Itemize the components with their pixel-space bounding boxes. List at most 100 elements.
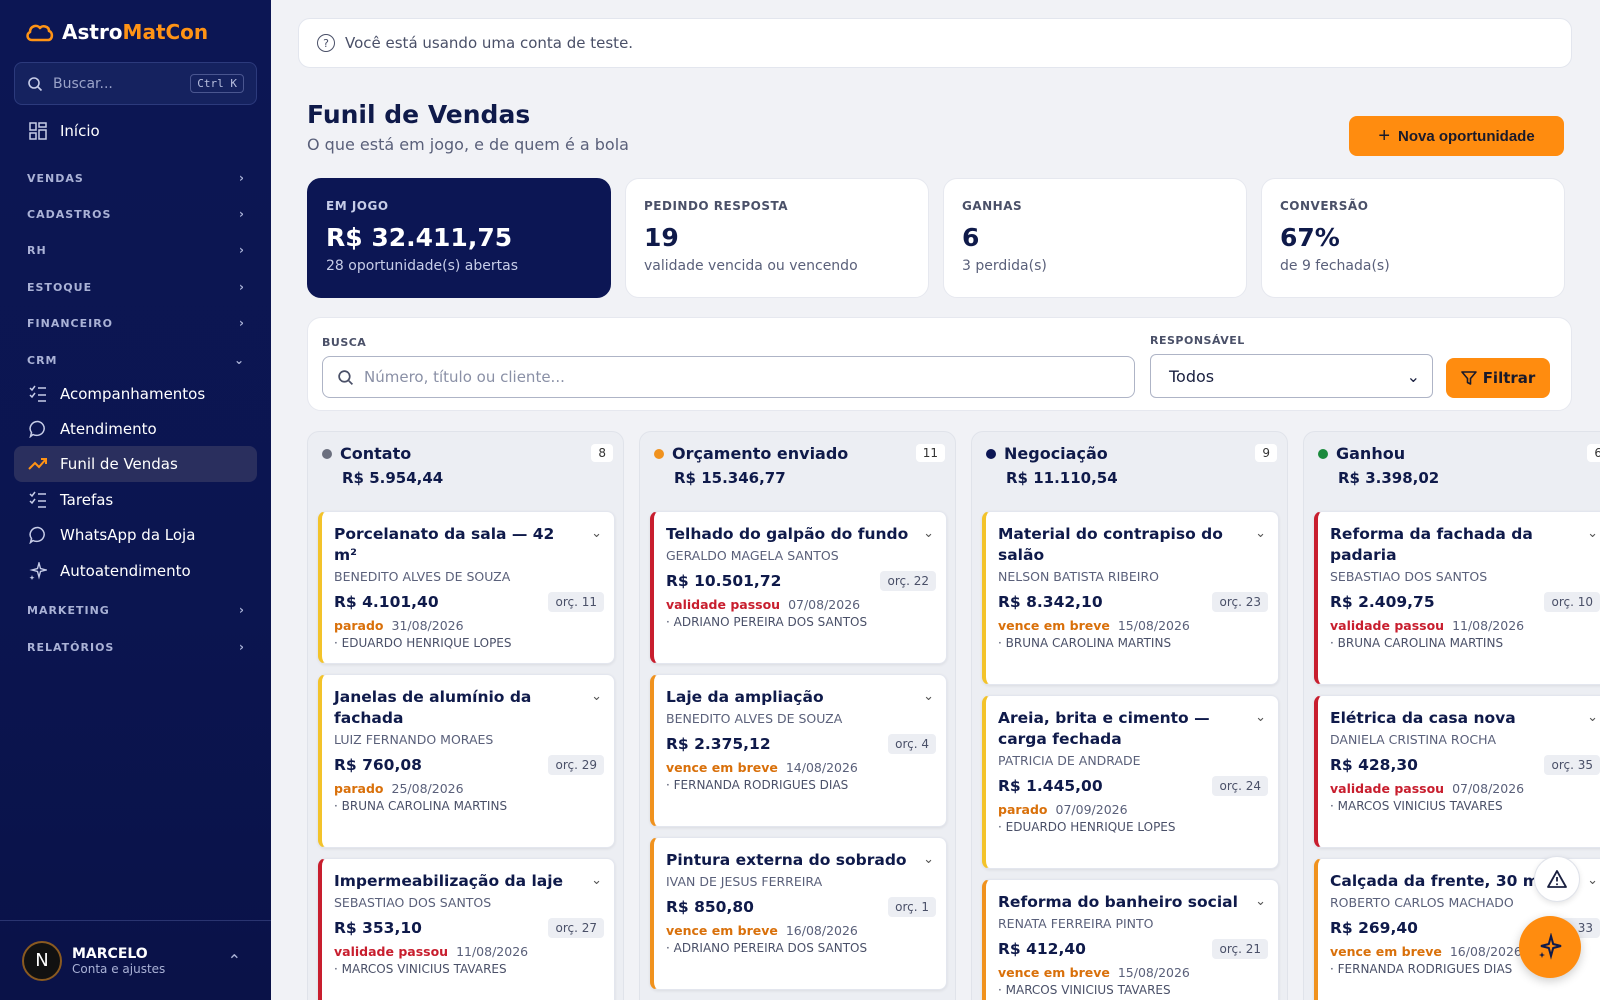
- ai-assistant-button[interactable]: [1519, 916, 1581, 978]
- chevron-down-icon[interactable]: ⌄: [1255, 526, 1266, 541]
- column-title: Ganhou: [1318, 444, 1600, 463]
- report-issue-button[interactable]: [1534, 856, 1580, 902]
- sparkles-icon: [1539, 933, 1562, 960]
- quote-badge: orç. 10: [1544, 592, 1600, 612]
- sidebar-section-cadastros[interactable]: CADASTROS ›: [27, 207, 245, 221]
- opportunity-card[interactable]: Telhado do galpão do fundo ⌄ GERALDO MAGEL…: [650, 511, 947, 664]
- checklist-icon: [28, 384, 48, 404]
- opportunity-card[interactable]: Impermeabilização da laje ⌄ SEBASTIAO DOS …: [318, 858, 615, 1000]
- search-icon: [28, 76, 43, 91]
- user-name: MARCELO: [72, 945, 148, 962]
- sidebar-search-placeholder: Buscar...: [53, 75, 113, 92]
- sidebar-section-estoque[interactable]: ESTOQUE ›: [27, 280, 245, 294]
- sidebar-section-relatorios[interactable]: RELATÓRIOS ›: [27, 640, 245, 654]
- chevron-down-icon[interactable]: ⌄: [923, 689, 934, 704]
- kpi-value: R$ 32.411,75: [326, 223, 513, 252]
- card-value: R$ 2.375,12: [666, 735, 771, 753]
- opportunity-card[interactable]: Pintura externa do sobrado ⌄ IVAN DE JESUS…: [650, 837, 947, 990]
- quote-badge: orç. 4: [888, 734, 936, 754]
- owner-select[interactable]: Todos ⌄: [1150, 354, 1433, 398]
- card-client: NELSON BATISTA RIBEIRO: [998, 569, 1159, 584]
- brand-name-part1: Astro: [62, 20, 123, 44]
- sidebar-item-whatsapp[interactable]: WhatsApp da Loja: [14, 517, 257, 553]
- card-value: R$ 428,30: [1330, 756, 1418, 774]
- sidebar-item-autoatendimento[interactable]: Autoatendimento: [14, 553, 257, 589]
- sidebar-item-inicio[interactable]: Início: [14, 113, 257, 149]
- status-dot-icon: [986, 448, 996, 459]
- trending-up-icon: [28, 454, 48, 474]
- grid-icon: [28, 121, 48, 141]
- chevron-down-icon[interactable]: ⌄: [591, 526, 602, 541]
- sidebar-item-acompanhamentos[interactable]: Acompanhamentos: [14, 376, 257, 412]
- card-title: Impermeabilização da laje: [334, 872, 564, 890]
- chevron-down-icon[interactable]: ⌄: [1587, 710, 1598, 725]
- card-client: PATRICIA DE ANDRADE: [998, 753, 1141, 768]
- sidebar-section-rh[interactable]: RH ›: [27, 243, 245, 257]
- card-status: vence em breve: [1330, 944, 1442, 959]
- card-date: 07/08/2026: [1452, 781, 1525, 796]
- sidebar-section-marketing[interactable]: MARKETING ›: [27, 603, 245, 617]
- brand-logo[interactable]: AstroMatCon: [24, 20, 208, 44]
- section-label: FINANCEIRO: [27, 316, 114, 330]
- filter-button[interactable]: Filtrar: [1446, 358, 1550, 398]
- card-title: Porcelanato da sala — 42 m²: [334, 525, 555, 564]
- sidebar-item-atendimento[interactable]: Atendimento: [14, 411, 257, 447]
- section-label: VENDAS: [27, 171, 84, 185]
- sidebar-item-funil-de-vendas[interactable]: Funil de Vendas: [14, 446, 257, 482]
- opportunity-card[interactable]: Elétrica da casa nova ⌄ DANIELA CRISTINA R…: [1314, 695, 1600, 848]
- section-label: RELATÓRIOS: [27, 640, 115, 654]
- section-label: RH: [27, 243, 47, 257]
- card-status: validade passou: [334, 944, 449, 959]
- opportunity-search-input[interactable]: Número, título ou cliente...: [322, 356, 1135, 398]
- opportunity-card[interactable]: Reforma da fachada da padaria ⌄ SEBASTIAO …: [1314, 511, 1600, 685]
- search-placeholder: Número, título ou cliente...: [364, 368, 565, 386]
- test-account-banner: ? Você está usando uma conta de teste.: [298, 18, 1572, 68]
- column-name: Ganhou: [1336, 444, 1406, 463]
- sidebar-section-vendas[interactable]: VENDAS ›: [27, 171, 245, 185]
- card-owner: · FERNANDA RODRIGUES DIAS: [666, 778, 849, 792]
- chevron-right-icon: ›: [239, 243, 245, 257]
- chevron-down-icon[interactable]: ⌄: [1255, 894, 1266, 909]
- card-client: BENEDITO ALVES DE SOUZA: [666, 711, 843, 726]
- sidebar-section-financeiro[interactable]: FINANCEIRO ›: [27, 316, 245, 330]
- opportunity-card[interactable]: Laje da ampliação ⌄ BENEDITO ALVES DE SOUZ…: [650, 674, 947, 827]
- opportunity-card[interactable]: Areia, brita e cimento — carga fechada ⌄ P…: [982, 695, 1279, 869]
- card-status: validade passou: [1330, 781, 1445, 796]
- chevron-down-icon[interactable]: ⌄: [923, 852, 934, 867]
- chevron-right-icon: ›: [239, 603, 245, 617]
- column-count-badge: 8: [591, 444, 613, 462]
- sparkles-icon: [28, 561, 48, 581]
- chevron-down-icon[interactable]: ⌄: [1587, 873, 1598, 888]
- column-name: Orçamento enviado: [672, 444, 849, 463]
- sidebar-item-tarefas[interactable]: Tarefas: [14, 482, 257, 518]
- card-owner: · BRUNA CAROLINA MARTINS: [1330, 636, 1504, 650]
- card-date: 07/09/2026: [1055, 802, 1128, 817]
- kanban-column: Contato 8 R$ 5.954,44 Porcelanato da sala —…: [307, 431, 624, 1000]
- card-client: GERALDO MAGELA SANTOS: [666, 548, 839, 563]
- status-dot-icon: [1318, 448, 1328, 459]
- opportunity-card[interactable]: Janelas de alumínio da fachada ⌄ LUIZ FERN…: [318, 674, 615, 848]
- kpi-value: 67%: [1280, 223, 1340, 252]
- opportunity-card[interactable]: Material do contrapiso do salão ⌄ NELSON B…: [982, 511, 1279, 685]
- opportunity-card[interactable]: Reforma do banheiro social ⌄ RENATA FERREI…: [982, 879, 1279, 1000]
- card-value: R$ 4.101,40: [334, 593, 439, 611]
- card-date: 25/08/2026: [391, 781, 464, 796]
- card-client: SEBASTIAO DOS SANTOS: [1330, 569, 1488, 584]
- card-value: R$ 850,80: [666, 898, 754, 916]
- chevron-down-icon[interactable]: ⌄: [591, 873, 602, 888]
- card-client: DANIELA CRISTINA ROCHA: [1330, 732, 1497, 747]
- user-menu[interactable]: N MARCELO Conta e ajustes ⌃: [0, 920, 271, 1000]
- sidebar-section-crm[interactable]: CRM ⌄: [27, 353, 245, 367]
- chevron-down-icon[interactable]: ⌄: [1255, 710, 1266, 725]
- chevron-down-icon[interactable]: ⌄: [1587, 526, 1598, 541]
- kanban-column: Negociação 9 R$ 11.110,54 Material do contr…: [971, 431, 1288, 1000]
- kpi-conversao: CONVERSÃO 67% de 9 fechada(s): [1261, 178, 1565, 298]
- sidebar-search[interactable]: Buscar... Ctrl K: [14, 62, 257, 105]
- chevron-down-icon[interactable]: ⌄: [923, 526, 934, 541]
- opportunity-card[interactable]: Porcelanato da sala — 42 m² ⌄ BENEDITO ALV…: [318, 511, 615, 664]
- chevron-down-icon[interactable]: ⌄: [591, 689, 602, 704]
- chevron-right-icon: ›: [239, 207, 245, 221]
- column-name: Negociação: [1004, 444, 1108, 463]
- new-opportunity-label: Nova oportunidade: [1398, 127, 1535, 145]
- new-opportunity-button[interactable]: + Nova oportunidade: [1349, 116, 1564, 156]
